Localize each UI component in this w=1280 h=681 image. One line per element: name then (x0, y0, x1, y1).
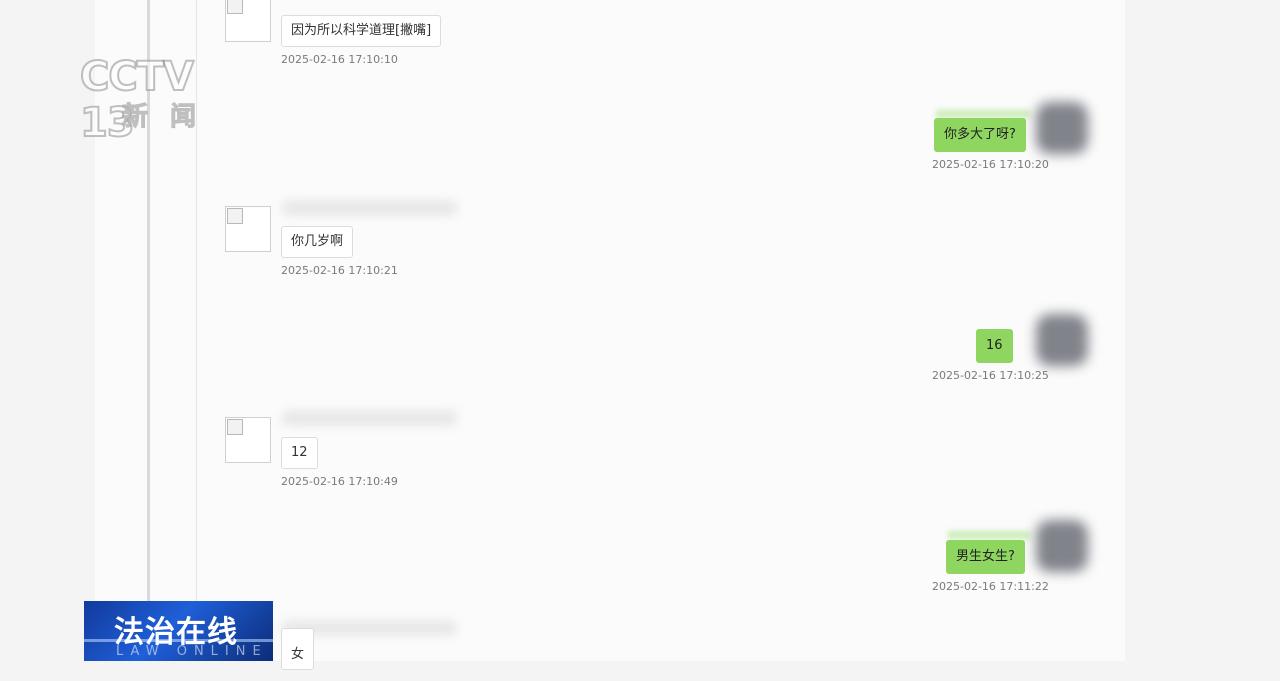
message-timestamp: 2025-02-16 17:10:20 (932, 158, 1049, 171)
program-logo: 法治在线 LAW ONLINE (84, 601, 273, 661)
message-timestamp: 2025-02-16 17:10:21 (281, 264, 398, 277)
avatar-broken-image-icon (225, 206, 271, 252)
message-bubble: 你多大了呀? (934, 118, 1026, 152)
message-bubble: 男生女生? (946, 540, 1025, 574)
message-bubble: 12 (281, 437, 318, 469)
message-timestamp: 2025-02-16 17:11:22 (932, 580, 1049, 593)
blurred-strip (948, 531, 1030, 539)
blurred-avatar (1036, 102, 1088, 154)
blurred-avatar (1036, 314, 1088, 366)
message-bubble: 因为所以科学道理[撇嘴] (281, 15, 442, 47)
blurred-avatar (1036, 520, 1088, 572)
blurred-name (282, 200, 457, 216)
blurred-strip (936, 110, 1030, 118)
message-timestamp: 2025-02-16 17:10:10 (281, 53, 398, 66)
channel-watermark-logo: CCTV 13 新闻 (79, 53, 250, 147)
message-timestamp: 2025-02-16 17:10:25 (932, 369, 1049, 382)
avatar-broken-image-icon (225, 0, 271, 42)
message-bubble: 16 (976, 329, 1013, 363)
message-timestamp: 2025-02-16 17:10:49 (281, 475, 398, 488)
avatar-broken-image-icon (225, 417, 271, 463)
program-subtitle: LAW ONLINE (116, 644, 268, 659)
message-bubble: 你几岁啊 (281, 226, 354, 258)
blurred-name (282, 410, 457, 426)
channel-sub: 新闻 (121, 102, 219, 133)
message-bubble: 女 (281, 628, 315, 670)
